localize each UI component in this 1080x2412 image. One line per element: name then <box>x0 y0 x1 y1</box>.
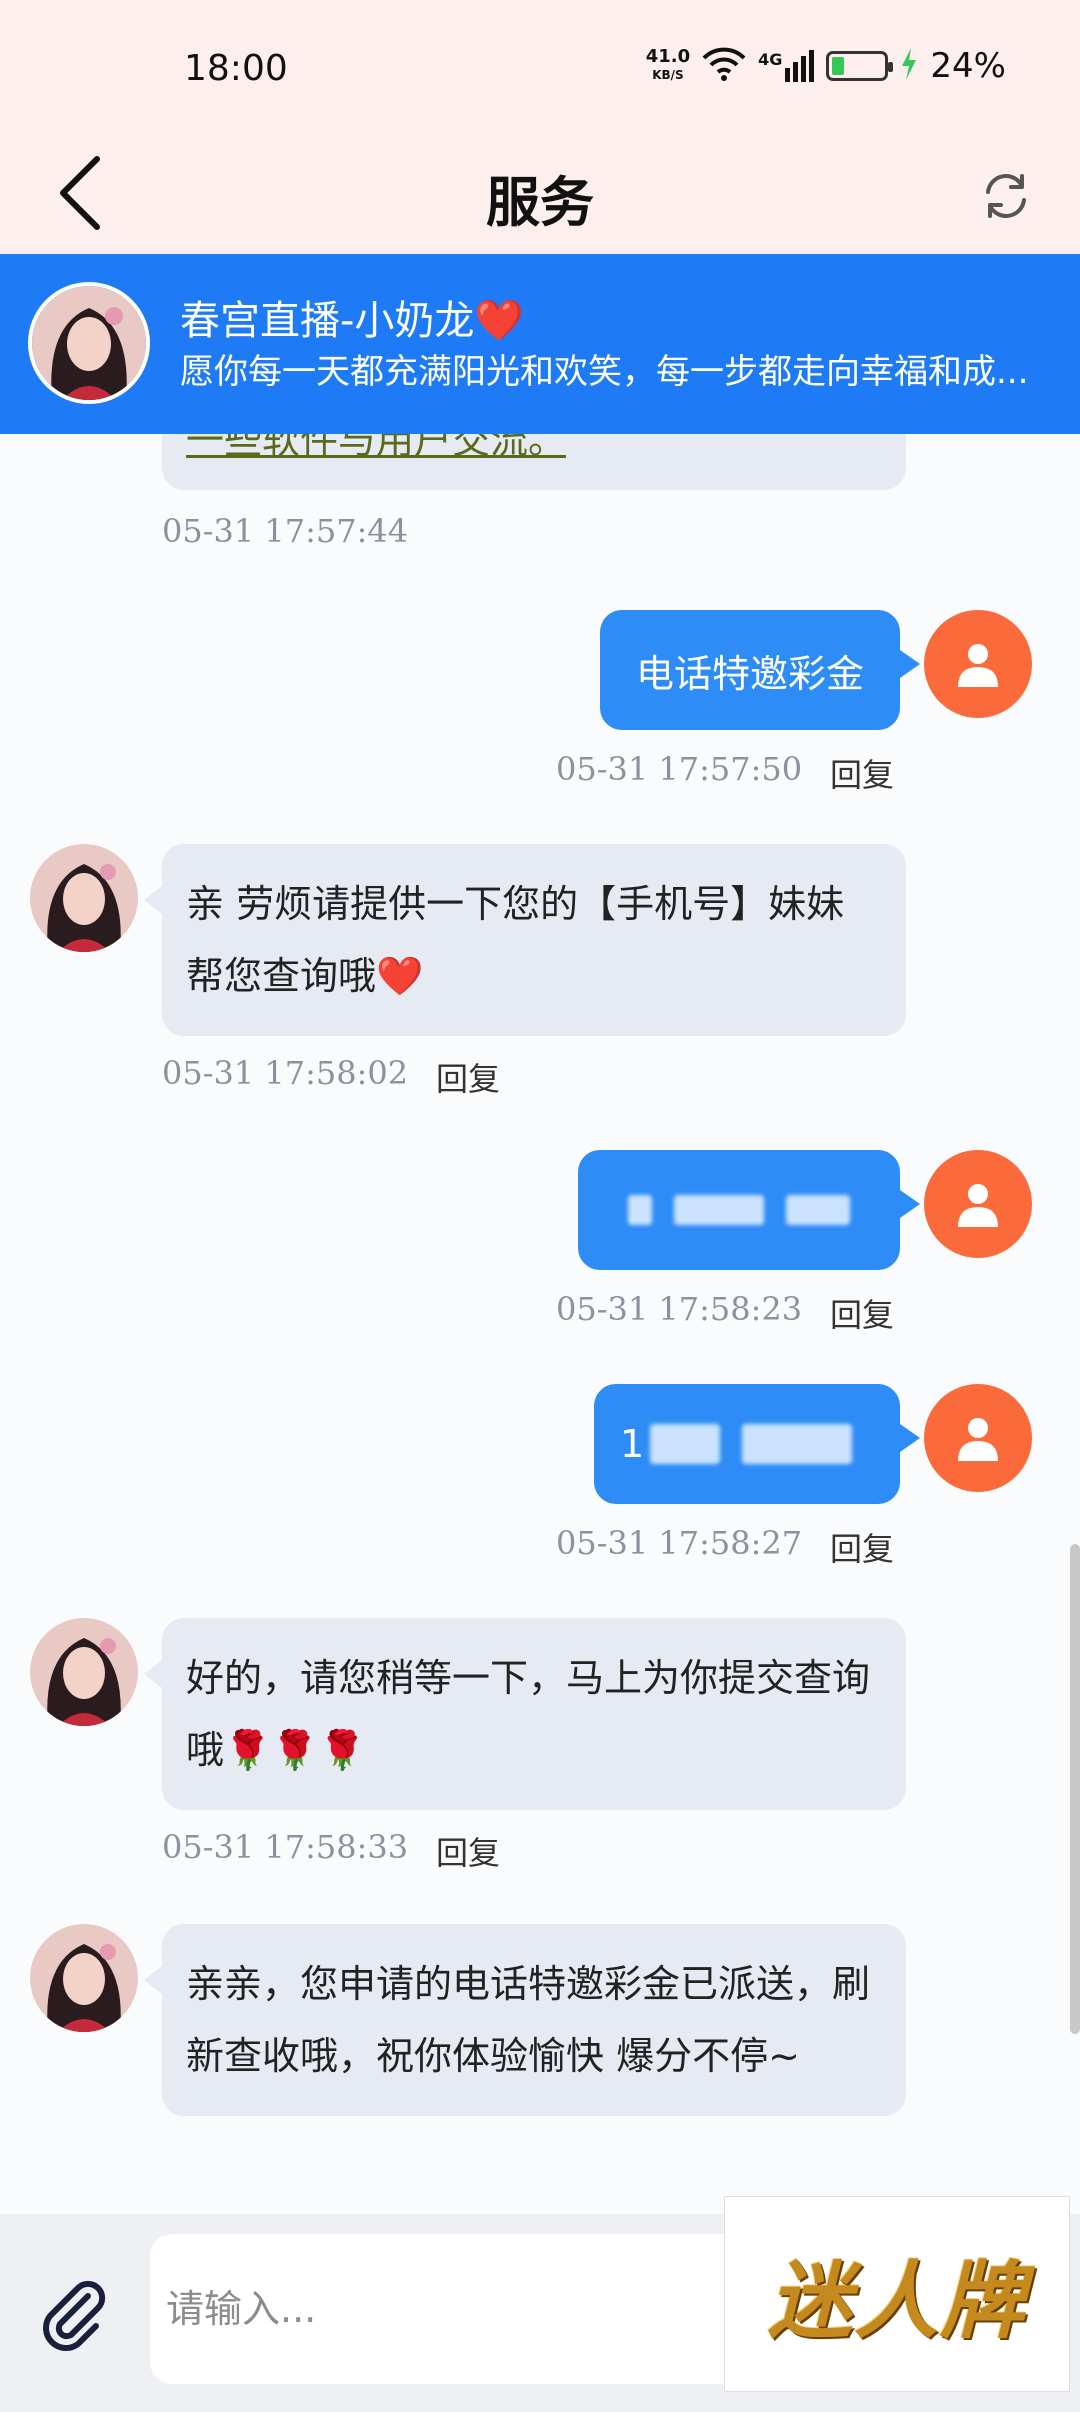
refresh-icon <box>986 174 1026 218</box>
battery-icon <box>826 51 894 81</box>
status-time: 18:00 <box>184 48 288 89</box>
chat-messages[interactable]: 一些软件与用户交流。 05-31 17:57:44 电话特邀彩金 05-31 1… <box>0 434 1080 2214</box>
redacted-content <box>628 1195 850 1225</box>
reply-button[interactable]: 回复 <box>830 750 894 796</box>
status-icons: 41.0 KB/S 4G 24% <box>646 46 1006 86</box>
user-icon <box>958 1184 998 1227</box>
message-bubble: 亲 劳烦请提供一下您的【手机号】妹妹帮您查询哦❤️ <box>144 844 906 1036</box>
message-bubble: 亲亲，您申请的电话特邀彩金已派送，刷新查收哦，祝你体验愉快 爆分不停~ <box>144 1924 906 2116</box>
user-icon <box>958 644 998 687</box>
message-bubble-self: 1 <box>594 1384 920 1504</box>
reply-button[interactable]: 回复 <box>436 1828 500 1874</box>
agent-avatar <box>30 1618 138 1726</box>
announcement-text: 愿你每一天都充满阳光和欢笑，每一步都走向幸福和成... <box>180 352 1029 392</box>
reply-button[interactable]: 回复 <box>830 1290 894 1336</box>
message-input[interactable] <box>150 2234 790 2384</box>
page-title: 服务 <box>486 170 594 234</box>
message-bubble-self: 电话特邀彩金 <box>600 610 920 730</box>
user-avatar <box>924 1150 1032 1258</box>
cell-signal-icon: 4G <box>758 50 815 82</box>
charging-icon <box>900 48 918 84</box>
wifi-icon <box>702 46 746 86</box>
user-avatar <box>924 1384 1032 1492</box>
message-time: 05-31 17:58:33 <box>162 1828 409 1866</box>
network-speed: 41.0 KB/S <box>645 46 691 83</box>
agent-avatar <box>30 1924 138 2032</box>
chevron-left-icon <box>60 156 100 230</box>
paperclip-icon <box>43 2280 106 2351</box>
battery-percent: 24% <box>930 46 1006 86</box>
message-bubble: 一些软件与用户交流。 <box>162 434 906 490</box>
agent-avatar <box>28 282 150 404</box>
message-time: 05-31 17:57:50 <box>556 750 803 788</box>
attach-button[interactable] <box>34 2274 114 2354</box>
user-icon <box>958 1418 998 1461</box>
agent-name: 春宫直播-小奶龙❤️ <box>180 298 525 344</box>
message-time: 05-31 17:58:02 <box>162 1054 409 1092</box>
reply-button[interactable]: 回复 <box>436 1054 500 1100</box>
agent-avatar <box>30 844 138 952</box>
status-bar: 18:00 41.0 KB/S 4G 24% <box>0 0 1080 140</box>
watermark-logo: 迷人牌 <box>724 2196 1070 2392</box>
refresh-button[interactable] <box>970 160 1042 232</box>
message-time: 05-31 17:57:44 <box>162 512 409 550</box>
back-button[interactable] <box>44 148 116 238</box>
redacted-content <box>650 1424 853 1464</box>
pinned-announcement[interactable]: 春宫直播-小奶龙❤️ 愿你每一天都充满阳光和欢笑，每一步都走向幸福和成... <box>0 254 1080 434</box>
message-time: 05-31 17:58:27 <box>556 1524 803 1562</box>
message-bubble-self <box>578 1150 920 1270</box>
user-avatar <box>924 610 1032 718</box>
app-header: 服务 <box>0 140 1080 254</box>
scrollbar[interactable] <box>1070 1544 1080 2034</box>
reply-button[interactable]: 回复 <box>830 1524 894 1570</box>
message-time: 05-31 17:58:23 <box>556 1290 803 1328</box>
message-bubble: 好的，请您稍等一下，马上为你提交查询哦🌹🌹🌹 <box>144 1618 906 1810</box>
